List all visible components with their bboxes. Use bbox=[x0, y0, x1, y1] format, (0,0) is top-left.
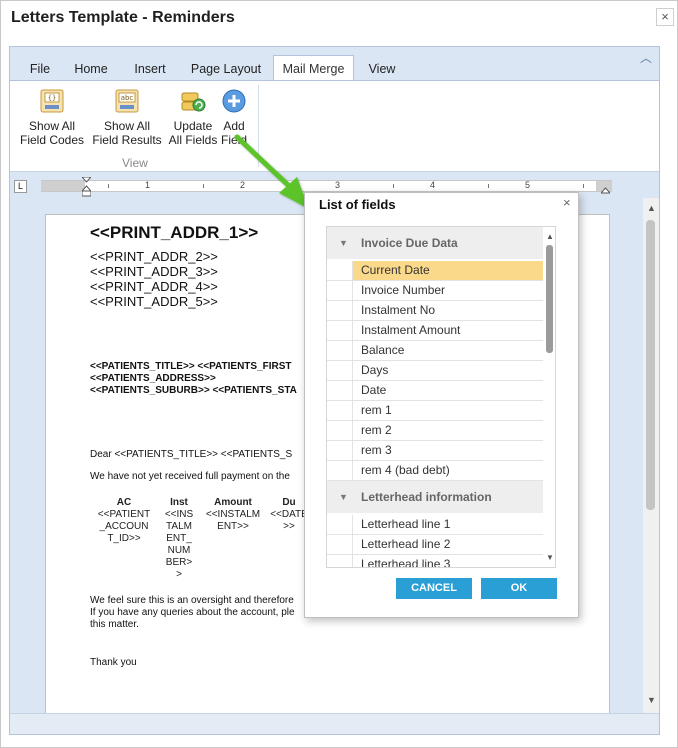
column-body: <<DATE >> bbox=[270, 509, 308, 532]
ok-button[interactable]: OK bbox=[481, 578, 557, 599]
field-codes-icon: {} bbox=[38, 87, 66, 115]
dialog-title: List of fields bbox=[319, 197, 396, 212]
group-label: Letterhead information bbox=[361, 490, 492, 504]
list-item-instalment-no[interactable]: Instalment No bbox=[327, 301, 543, 321]
right-indent-marker-icon[interactable] bbox=[601, 187, 610, 194]
letters-template-window: Letters Template - Reminders × File Home… bbox=[0, 0, 678, 748]
collapse-ribbon-icon[interactable]: ︿ bbox=[640, 49, 652, 66]
ruler-tick bbox=[488, 184, 489, 188]
thank-you-line: Thank you bbox=[90, 657, 137, 668]
svg-text:abc: abc bbox=[121, 94, 134, 102]
list-item-letterhead-line-3[interactable]: Letterhead line 3 bbox=[327, 555, 543, 567]
ruler-number: 4 bbox=[430, 180, 436, 190]
list-item-letterhead-line-1[interactable]: Letterhead line 1 bbox=[327, 515, 543, 535]
scroll-thumb[interactable] bbox=[646, 220, 655, 510]
field-list-scrollbar[interactable]: ▲ ▼ bbox=[543, 227, 555, 567]
field-list[interactable]: ▼ Invoice Due Data Current Date Invoice … bbox=[326, 226, 556, 568]
show-all-field-codes-button[interactable]: {} Show All Field Codes bbox=[16, 87, 88, 147]
horizontal-scrollbar[interactable] bbox=[10, 713, 659, 734]
list-item-rem-3[interactable]: rem 3 bbox=[327, 441, 543, 461]
group-header-letterhead-information[interactable]: ▼ Letterhead information bbox=[327, 481, 543, 513]
payment-notice-line: We have not yet received full payment on… bbox=[90, 471, 290, 482]
collapse-triangle-icon[interactable]: ▼ bbox=[339, 481, 348, 513]
patient-address-line: <<PATIENTS_ADDRESS>> bbox=[90, 373, 216, 384]
group-label: Invoice Due Data bbox=[361, 236, 458, 250]
column-body: <<PATIENT _ACCOUN T_ID>> bbox=[97, 509, 151, 544]
tab-insert[interactable]: Insert bbox=[126, 58, 174, 80]
list-item-current-date[interactable]: Current Date bbox=[327, 261, 543, 281]
list-item-rem-4[interactable]: rem 4 (bad debt) bbox=[327, 461, 543, 481]
list-item-rem-1[interactable]: rem 1 bbox=[327, 401, 543, 421]
tab-page-layout[interactable]: Page Layout bbox=[186, 58, 266, 80]
field-results-icon: abc bbox=[113, 87, 141, 115]
ruler-number: 3 bbox=[335, 180, 341, 190]
ribbon-group-view-label: View bbox=[122, 156, 148, 170]
closing-line-1: We feel sure this is an oversight and th… bbox=[90, 595, 294, 606]
ribbon-mail-merge-panel: {} Show All Field Codes abc Show All Fie… bbox=[10, 80, 659, 172]
list-item-date[interactable]: Date bbox=[327, 381, 543, 401]
scroll-thumb[interactable] bbox=[546, 245, 553, 353]
document-vertical-scrollbar[interactable]: ▲ ▼ bbox=[643, 198, 659, 713]
list-item-instalment-amount[interactable]: Instalment Amount bbox=[327, 321, 543, 341]
window-title: Letters Template - Reminders bbox=[11, 9, 235, 26]
closing-line-2: If you have any queries about the accoun… bbox=[90, 607, 295, 618]
ruler-tick bbox=[393, 184, 394, 188]
table-column-inst: Inst <<INS TALM ENT_ NUM BER> > bbox=[162, 497, 196, 581]
column-header: Inst bbox=[170, 497, 188, 508]
show-results-label-line1: Show All bbox=[103, 119, 151, 133]
show-codes-label-line1: Show All bbox=[28, 119, 76, 133]
patient-name-line: <<PATIENTS_TITLE>> <<PATIENTS_FIRST bbox=[90, 361, 292, 372]
show-results-label-line2: Field Results bbox=[92, 133, 162, 147]
cancel-button[interactable]: CANCEL bbox=[396, 578, 472, 599]
list-item-invoice-number[interactable]: Invoice Number bbox=[327, 281, 543, 301]
print-addr-3: <<PRINT_ADDR_3>> bbox=[90, 264, 218, 279]
scroll-up-icon[interactable]: ▲ bbox=[647, 203, 656, 213]
tab-home[interactable]: Home bbox=[70, 58, 112, 80]
closing-line-3: this matter. bbox=[90, 619, 139, 630]
show-codes-label-line2: Field Codes bbox=[19, 133, 85, 147]
print-addr-1: <<PRINT_ADDR_1>> bbox=[90, 223, 259, 242]
list-item-rem-2[interactable]: rem 2 bbox=[327, 421, 543, 441]
patient-suburb-line: <<PATIENTS_SUBURB>> <<PATIENTS_STA bbox=[90, 385, 297, 396]
ruler-tick bbox=[583, 184, 584, 188]
ruler-number: 5 bbox=[525, 180, 531, 190]
dialog-close-icon[interactable]: × bbox=[563, 195, 571, 210]
column-body: <<INSTALM ENT>> bbox=[205, 509, 261, 532]
ruler-left-margin bbox=[41, 181, 85, 191]
window-close-button[interactable]: × bbox=[656, 8, 674, 26]
ruler-tick bbox=[203, 184, 204, 188]
horizontal-ruler[interactable]: 1 2 3 4 5 bbox=[41, 177, 612, 197]
table-column-ac: AC <<PATIENT _ACCOUN T_ID>> bbox=[92, 497, 156, 545]
indent-marker-icon[interactable] bbox=[82, 177, 91, 197]
table-column-amount: Amount <<INSTALM ENT>> bbox=[202, 497, 264, 533]
scroll-down-icon[interactable]: ▼ bbox=[647, 695, 656, 705]
list-item-days[interactable]: Days bbox=[327, 361, 543, 381]
update-fields-icon bbox=[179, 87, 207, 115]
salutation-line: Dear <<PATIENTS_TITLE>> <<PATIENTS_S bbox=[90, 449, 293, 460]
tab-file[interactable]: File bbox=[24, 58, 56, 80]
column-header: AC bbox=[116, 497, 132, 508]
print-addr-5: <<PRINT_ADDR_5>> bbox=[90, 294, 218, 309]
group-header-invoice-due-data[interactable]: ▼ Invoice Due Data bbox=[327, 227, 543, 259]
tab-stop-selector[interactable]: L bbox=[14, 180, 27, 193]
scroll-down-icon[interactable]: ▼ bbox=[546, 553, 554, 562]
list-item-balance[interactable]: Balance bbox=[327, 341, 543, 361]
tab-view[interactable]: View bbox=[362, 58, 402, 80]
ruler-number: 1 bbox=[145, 180, 151, 190]
scroll-up-icon[interactable]: ▲ bbox=[546, 232, 554, 241]
ruler-tick bbox=[108, 184, 109, 188]
column-body: <<INS TALM ENT_ NUM BER> > bbox=[164, 509, 194, 580]
collapse-triangle-icon[interactable]: ▼ bbox=[339, 227, 348, 259]
show-all-field-results-button[interactable]: abc Show All Field Results bbox=[86, 87, 168, 147]
print-addr-2: <<PRINT_ADDR_2>> bbox=[90, 249, 218, 264]
add-plus-icon bbox=[220, 87, 248, 115]
list-item-letterhead-line-2[interactable]: Letterhead line 2 bbox=[327, 535, 543, 555]
ribbon-tab-bar: File Home Insert Page Layout Mail Merge … bbox=[10, 47, 659, 81]
column-header: Amount bbox=[214, 497, 252, 508]
tab-mail-merge[interactable]: Mail Merge bbox=[273, 55, 354, 81]
svg-text:{}: {} bbox=[48, 94, 56, 102]
print-addr-4: <<PRINT_ADDR_4>> bbox=[90, 279, 218, 294]
list-of-fields-dialog: List of fields × ▼ Invoice Due Data Curr… bbox=[304, 192, 579, 618]
